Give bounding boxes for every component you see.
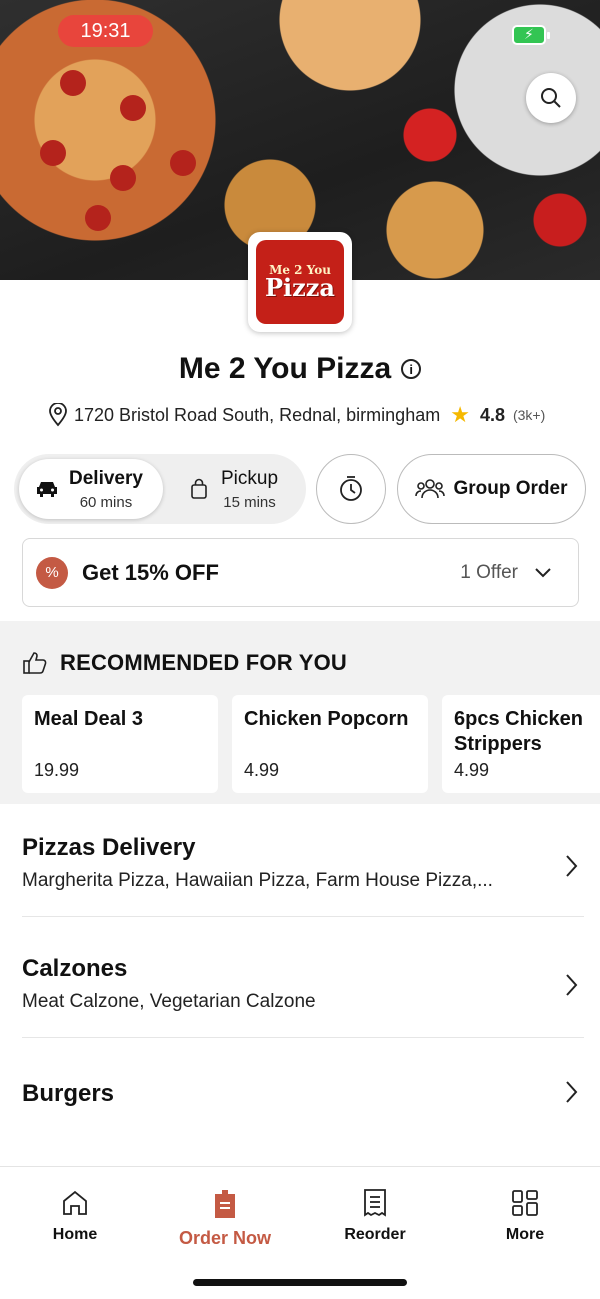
category-title: Calzones [22, 955, 128, 982]
search-button[interactable] [526, 73, 576, 123]
item-name: Chicken Popcorn [244, 708, 409, 730]
item-name: 6pcs Chicken Strippers [454, 708, 583, 755]
recommended-heading: RECOMMENDED FOR YOU [22, 650, 347, 676]
nav-label: Reorder [344, 1226, 406, 1243]
category-subtitle: Margherita Pizza, Hawaiian Pizza, Farm H… [22, 870, 493, 891]
pickup-label: Pickup [221, 467, 279, 489]
car-icon [37, 482, 57, 497]
category-title: Pizzas Delivery [22, 834, 196, 861]
chevron-right-icon [566, 855, 578, 877]
category-row[interactable]: Burgers [22, 1080, 584, 1140]
home-icon [63, 1190, 87, 1215]
nav-reorder[interactable]: Reorder [315, 1188, 435, 1244]
thumbs-up-icon [23, 652, 47, 674]
delivery-label: Delivery [69, 467, 143, 489]
location-pin-icon [49, 403, 67, 427]
item-price: 19.99 [34, 760, 80, 780]
food-decoration [40, 140, 66, 166]
chevron-right-icon [566, 974, 578, 996]
food-decoration [170, 150, 196, 176]
receipt-icon [364, 1189, 386, 1217]
search-icon [541, 88, 561, 108]
restaurant-logo: Me 2 You Pizza [248, 232, 352, 332]
item-price: 4.99 [244, 760, 280, 780]
restaurant-address: 1720 Bristol Road South, Rednal, birming… [74, 404, 441, 425]
recommended-card[interactable]: Meal Deal 3 19.99 [22, 695, 218, 793]
offer-banner[interactable]: % Get 15% OFF 1 Offer [22, 538, 579, 607]
group-people-icon [415, 479, 446, 499]
category-subtitle: Meat Calzone, Vegetarian Calzone [22, 991, 316, 1012]
offer-count: 1 Offer [460, 561, 518, 583]
grid-icon [512, 1190, 538, 1216]
food-decoration [85, 205, 111, 231]
chevron-down-icon [535, 567, 551, 577]
category-row[interactable]: Calzones Meat Calzone, Vegetarian Calzon… [22, 955, 584, 1038]
category-row[interactable]: Pizzas Delivery Margherita Pizza, Hawaii… [22, 834, 584, 917]
item-name: Meal Deal 3 [34, 708, 143, 730]
shopping-bag-icon [191, 478, 207, 499]
rating-value: 4.8 [479, 404, 505, 425]
nav-label: Home [52, 1226, 98, 1243]
nav-label: Order Now [178, 1228, 271, 1248]
nav-more[interactable]: More [465, 1188, 585, 1244]
schedule-button[interactable] [316, 454, 386, 524]
pickup-option[interactable]: Pickup 15 mins [185, 459, 305, 519]
recommended-card[interactable]: 6pcs Chicken Strippers 4.99 [442, 695, 600, 793]
restaurant-name: Me 2 You Pizza [178, 352, 392, 385]
group-order-button[interactable]: Group Order [397, 454, 586, 524]
nav-order-now[interactable]: Order Now [165, 1188, 285, 1249]
address-row: 1720 Bristol Road South, Rednal, birming… [48, 402, 545, 428]
food-decoration [120, 95, 146, 121]
restaurant-title-row: Me 2 You Pizza i [0, 352, 600, 386]
charging-bolt-icon: ⚡ [524, 26, 534, 42]
star-icon: ★ [450, 402, 470, 427]
status-time: 19:31 [58, 15, 153, 47]
rating-count: (3k+) [512, 407, 546, 423]
category-title: Burgers [22, 1080, 115, 1107]
food-decoration [60, 70, 86, 96]
nav-label: More [505, 1226, 545, 1243]
offer-title: Get 15% OFF [82, 559, 219, 585]
delivery-option[interactable]: Delivery 60 mins [19, 459, 163, 519]
delivery-time: 60 mins [79, 493, 133, 511]
group-order-label: Group Order [453, 478, 568, 499]
info-icon[interactable]: i [401, 359, 422, 379]
item-price: 4.99 [454, 760, 490, 780]
food-decoration [110, 165, 136, 191]
recommended-title: RECOMMENDED FOR YOU [60, 650, 347, 675]
pickup-time: 15 mins [223, 493, 276, 511]
nav-home[interactable]: Home [15, 1188, 135, 1244]
recommended-card[interactable]: Chicken Popcorn 4.99 [232, 695, 428, 793]
chevron-right-icon [566, 1081, 578, 1103]
order-bag-icon [215, 1190, 235, 1218]
timer-icon [340, 476, 362, 501]
discount-badge-icon: % [36, 556, 68, 589]
home-indicator [193, 1279, 407, 1286]
logo-text-bottom: Pizza [265, 273, 335, 302]
